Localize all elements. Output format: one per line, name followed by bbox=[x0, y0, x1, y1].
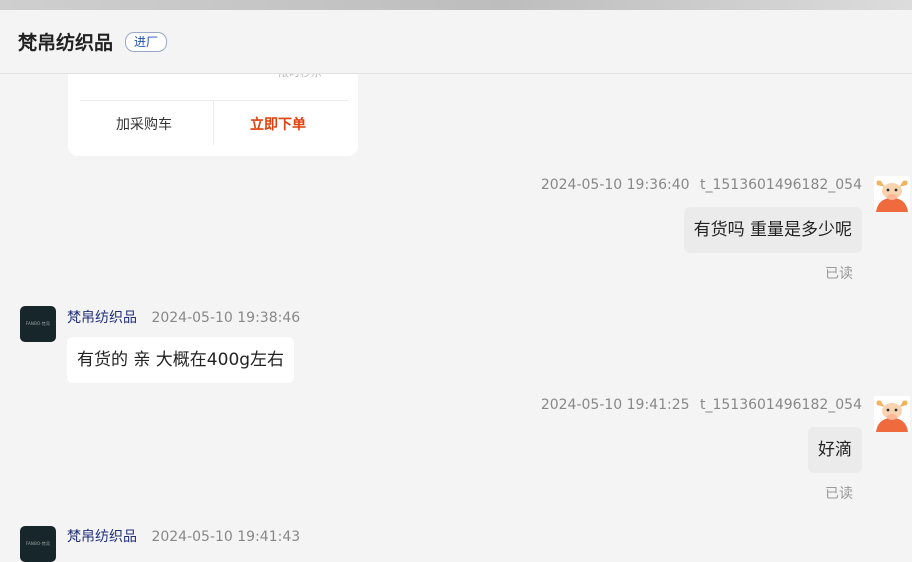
cow-avatar-icon bbox=[874, 396, 910, 432]
message-bubble[interactable]: 好滴 bbox=[808, 427, 862, 473]
chat-header: 梵帛纺织品 进厂 bbox=[0, 10, 912, 74]
shop-logo-text: FANBO·梵帛 bbox=[25, 321, 51, 326]
buy-now-button[interactable]: 立即下单 bbox=[250, 114, 306, 134]
enter-shop-badge[interactable]: 进厂 bbox=[125, 31, 168, 52]
user-avatar[interactable] bbox=[874, 176, 910, 212]
sender-id: t_1513601496182_054 bbox=[699, 397, 862, 413]
shop-logo-text: FANBO·梵帛 bbox=[25, 541, 51, 546]
message-timestamp: 2024-05-10 19:41:25 bbox=[540, 397, 690, 413]
message-bubble[interactable]: 有货的 亲 大概在400g左右 bbox=[67, 337, 295, 383]
message-meta: 梵帛纺织品 2024-05-10 19:38:46 bbox=[67, 307, 300, 327]
shop-avatar[interactable]: FANBO·梵帛 bbox=[20, 306, 56, 342]
add-to-cart-button[interactable]: 加采购车 bbox=[116, 114, 172, 134]
message-timestamp: 2024-05-10 19:36:40 bbox=[540, 177, 690, 193]
message-meta: 2024-05-10 19:41:25 t_1513601496182_054 bbox=[541, 397, 862, 413]
message-bubble[interactable]: 有货吗 重量是多少呢 bbox=[683, 207, 862, 253]
window-top-strip bbox=[0, 0, 912, 10]
message-meta: 2024-05-10 19:36:40 t_1513601496182_054 bbox=[541, 177, 862, 193]
sender-id: t_1513601496182_054 bbox=[699, 177, 862, 193]
card-divider bbox=[80, 100, 348, 101]
message-meta: 梵帛纺织品 2024-05-10 19:41:43 bbox=[67, 526, 300, 546]
cow-avatar-icon bbox=[874, 176, 910, 212]
message-timestamp: 2024-05-10 19:41:43 bbox=[151, 529, 301, 545]
sender-name: 梵帛纺织品 bbox=[67, 529, 137, 545]
shop-title: 梵帛纺织品 bbox=[18, 32, 114, 54]
shop-avatar[interactable]: FANBO·梵帛 bbox=[20, 526, 56, 562]
read-status: 已读 bbox=[825, 266, 853, 282]
card-button-divider bbox=[213, 100, 214, 145]
message-timestamp: 2024-05-10 19:38:46 bbox=[151, 310, 301, 326]
sender-name: 梵帛纺织品 bbox=[67, 310, 137, 326]
user-avatar[interactable] bbox=[874, 396, 910, 432]
read-status: 已读 bbox=[825, 486, 853, 502]
